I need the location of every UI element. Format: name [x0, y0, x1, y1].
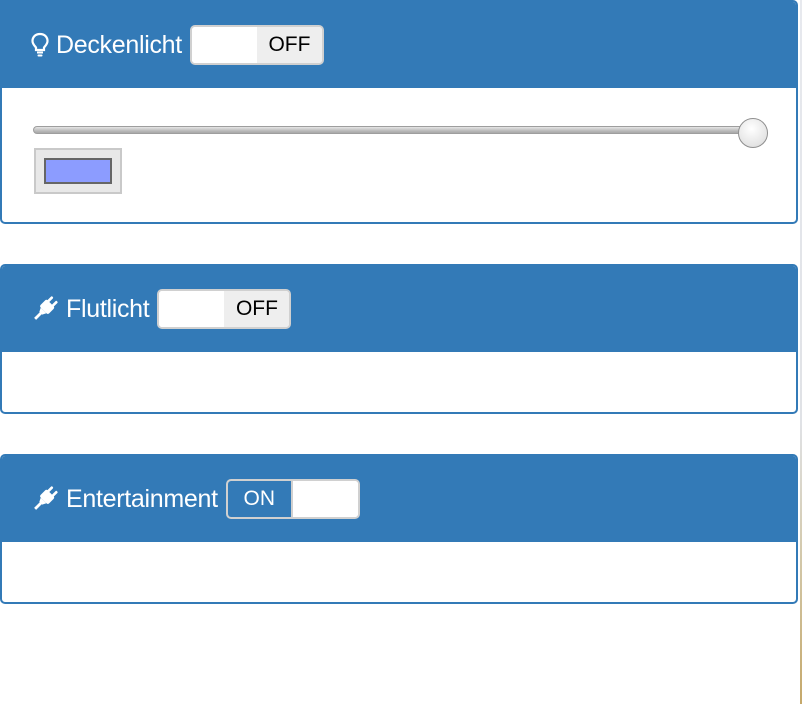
panel-heading: Flutlicht OFF: [2, 266, 796, 352]
toggle-handle: [191, 27, 257, 63]
device-panel-deckenlicht: Deckenlicht OFF: [0, 0, 798, 224]
device-panel-entertainment: Entertainment ON: [0, 454, 798, 604]
color-swatch: [44, 158, 112, 184]
power-toggle[interactable]: OFF: [189, 25, 324, 65]
toggle-state-label: ON: [227, 481, 293, 517]
color-picker-button[interactable]: [34, 148, 122, 194]
panel-heading: Deckenlicht OFF: [2, 2, 796, 88]
device-panel-flutlicht: Flutlicht OFF: [0, 264, 798, 414]
lightbulb-icon: [30, 32, 50, 58]
toggle-handle: [159, 291, 225, 327]
panel-heading: Entertainment ON: [2, 456, 796, 542]
plug-icon: [30, 484, 60, 514]
brightness-slider[interactable]: [33, 126, 751, 134]
device-title: Deckenlicht: [56, 30, 182, 59]
toggle-handle: [292, 481, 358, 517]
device-title: Flutlicht: [66, 294, 150, 323]
power-toggle[interactable]: ON: [225, 479, 360, 519]
plug-icon: [30, 294, 60, 324]
power-toggle[interactable]: OFF: [157, 289, 292, 329]
toggle-state-label: OFF: [256, 27, 322, 63]
brightness-slider-handle[interactable]: [738, 118, 768, 148]
toggle-state-label: OFF: [224, 291, 290, 327]
device-title: Entertainment: [66, 484, 218, 513]
